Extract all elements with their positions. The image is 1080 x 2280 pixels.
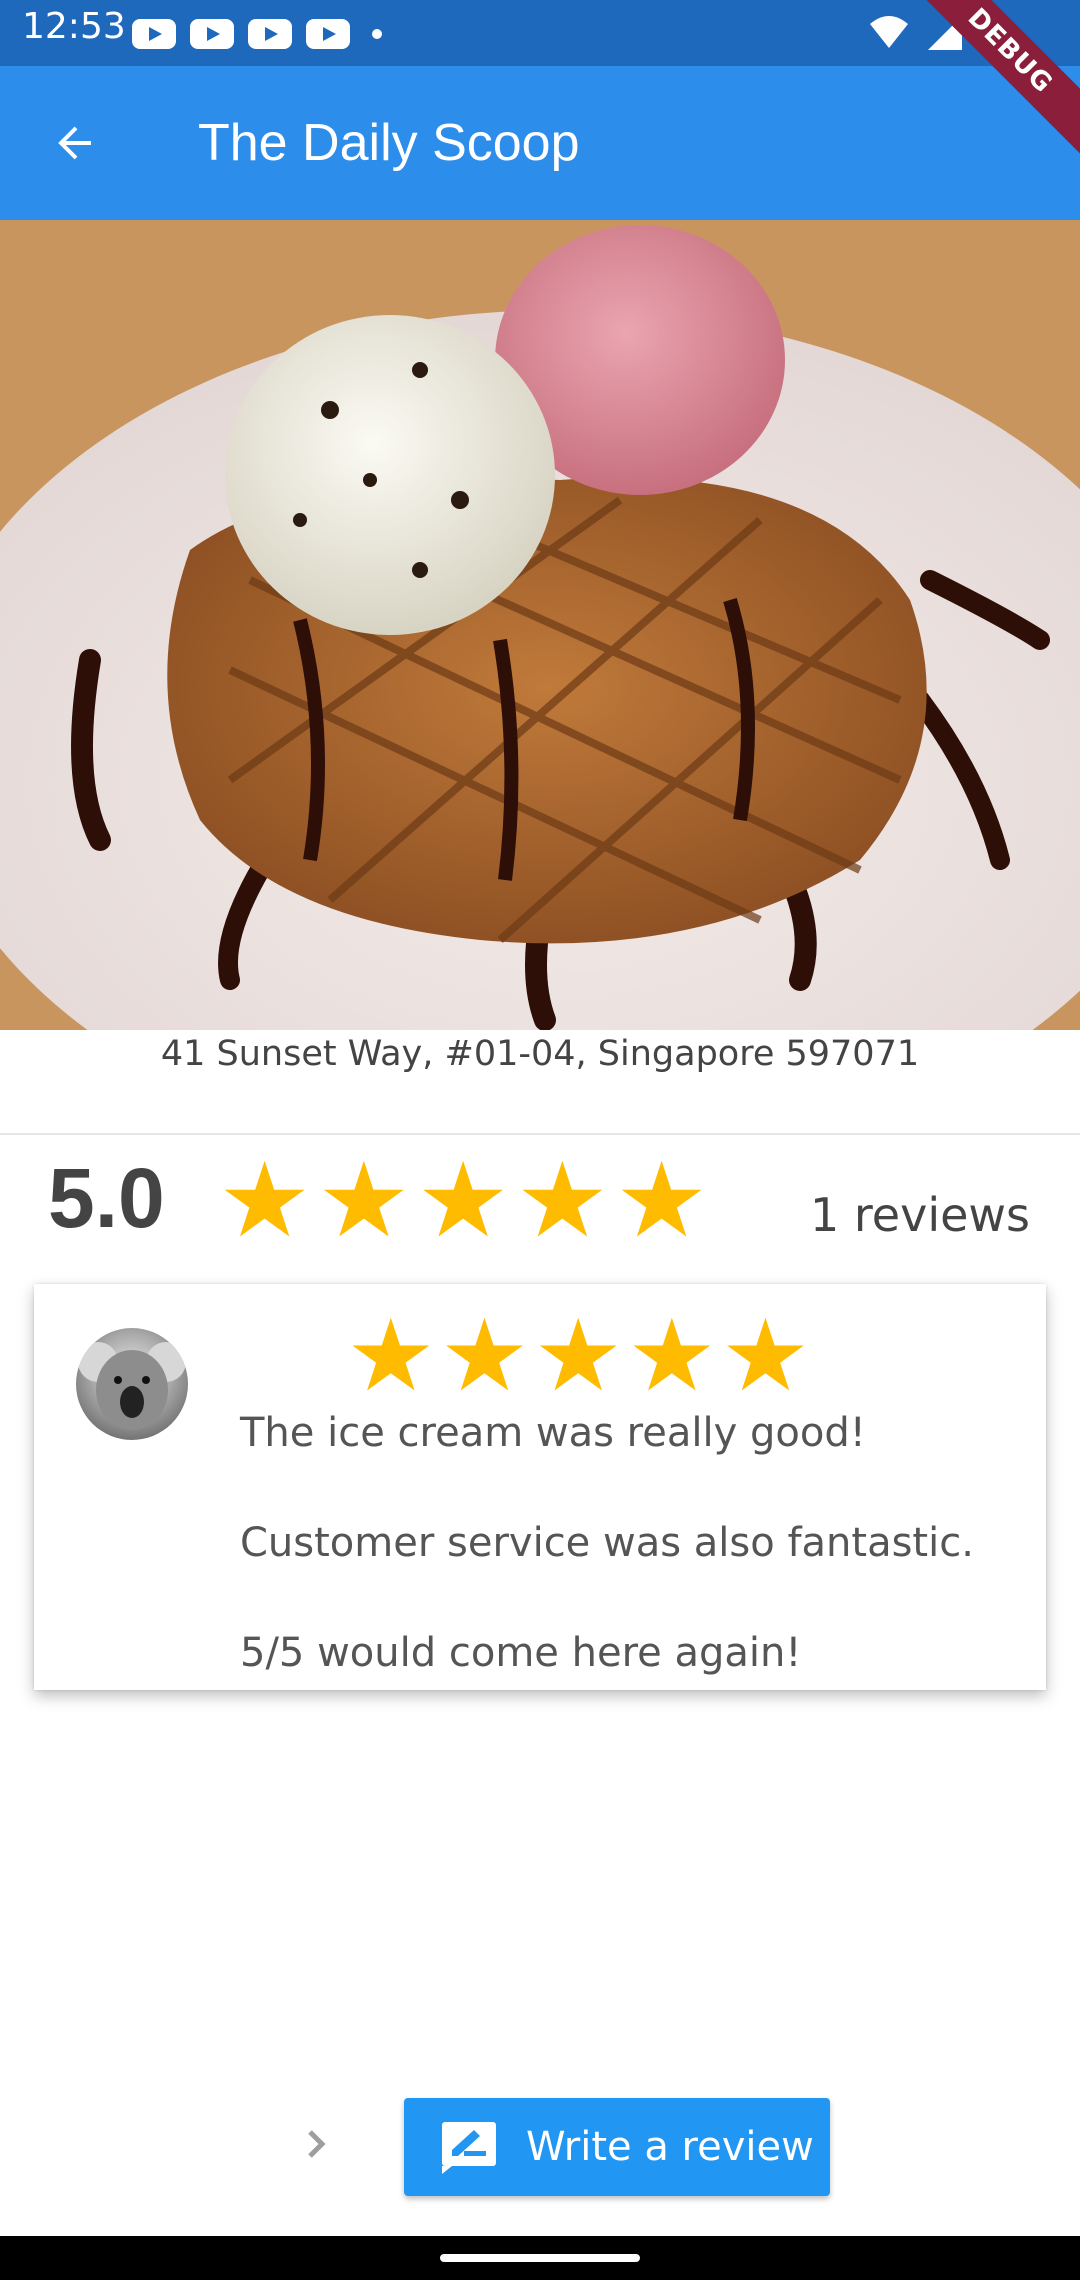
dot-icon bbox=[372, 29, 382, 39]
arrow-back-icon bbox=[58, 126, 91, 160]
youtube-icon bbox=[248, 19, 292, 49]
rate-review-icon bbox=[442, 2122, 496, 2174]
star-icon: ★ bbox=[416, 1139, 516, 1261]
app-bar: The Daily Scoop bbox=[0, 66, 1080, 220]
system-nav-bar bbox=[0, 2236, 1080, 2280]
youtube-icon bbox=[190, 19, 234, 49]
home-indicator[interactable] bbox=[440, 2254, 640, 2262]
avatar bbox=[76, 1328, 188, 1440]
write-review-button[interactable]: Write a review bbox=[404, 2098, 830, 2196]
review-line: 5/5 would come here again! bbox=[240, 1630, 802, 1676]
average-rating: 5.0 bbox=[48, 1151, 165, 1245]
star-icon: ★ bbox=[218, 1139, 318, 1261]
review-line: The ice cream was really good! bbox=[240, 1410, 866, 1456]
star-icon: ★ bbox=[317, 1139, 417, 1261]
star-icon: ★ bbox=[533, 1297, 627, 1414]
review-count: 1 reviews bbox=[810, 1188, 1030, 1242]
star-icon: ★ bbox=[720, 1297, 815, 1414]
chevron-right-icon bbox=[308, 2130, 326, 2158]
review-line: Customer service was also fantastic. bbox=[240, 1520, 974, 1566]
divider bbox=[0, 1133, 1080, 1135]
write-review-label: Write a review bbox=[526, 2124, 814, 2170]
status-bar: 12:53 bbox=[0, 0, 1080, 66]
rating-stars: ★ ★ ★ ★ ★ bbox=[218, 1140, 714, 1260]
review-stars: ★ ★ ★ ★ ★ bbox=[346, 1298, 814, 1414]
status-time: 12:53 bbox=[22, 6, 126, 47]
next-chevron-button[interactable] bbox=[290, 2118, 342, 2170]
star-icon: ★ bbox=[626, 1297, 721, 1414]
shop-address: 41 Sunset Way, #01-04, Singapore 597071 bbox=[160, 1034, 920, 1074]
page-title: The Daily Scoop bbox=[198, 114, 580, 172]
review-card: ★ ★ ★ ★ ★ The ice cream was really good!… bbox=[34, 1284, 1046, 1690]
koala-avatar-image bbox=[78, 1342, 186, 1430]
back-button[interactable] bbox=[42, 110, 108, 176]
star-icon: ★ bbox=[515, 1139, 615, 1261]
star-icon: ★ bbox=[614, 1139, 715, 1261]
shop-photo bbox=[0, 220, 1080, 1030]
review-text: The ice cream was really good! Customer … bbox=[240, 1406, 1020, 1681]
star-icon: ★ bbox=[346, 1297, 440, 1414]
waffle-ice-cream-image bbox=[0, 220, 1080, 1030]
wifi-icon bbox=[870, 16, 908, 48]
star-icon: ★ bbox=[439, 1297, 534, 1414]
youtube-icon bbox=[306, 19, 350, 49]
youtube-icon bbox=[132, 19, 176, 49]
notification-icons bbox=[132, 14, 382, 54]
